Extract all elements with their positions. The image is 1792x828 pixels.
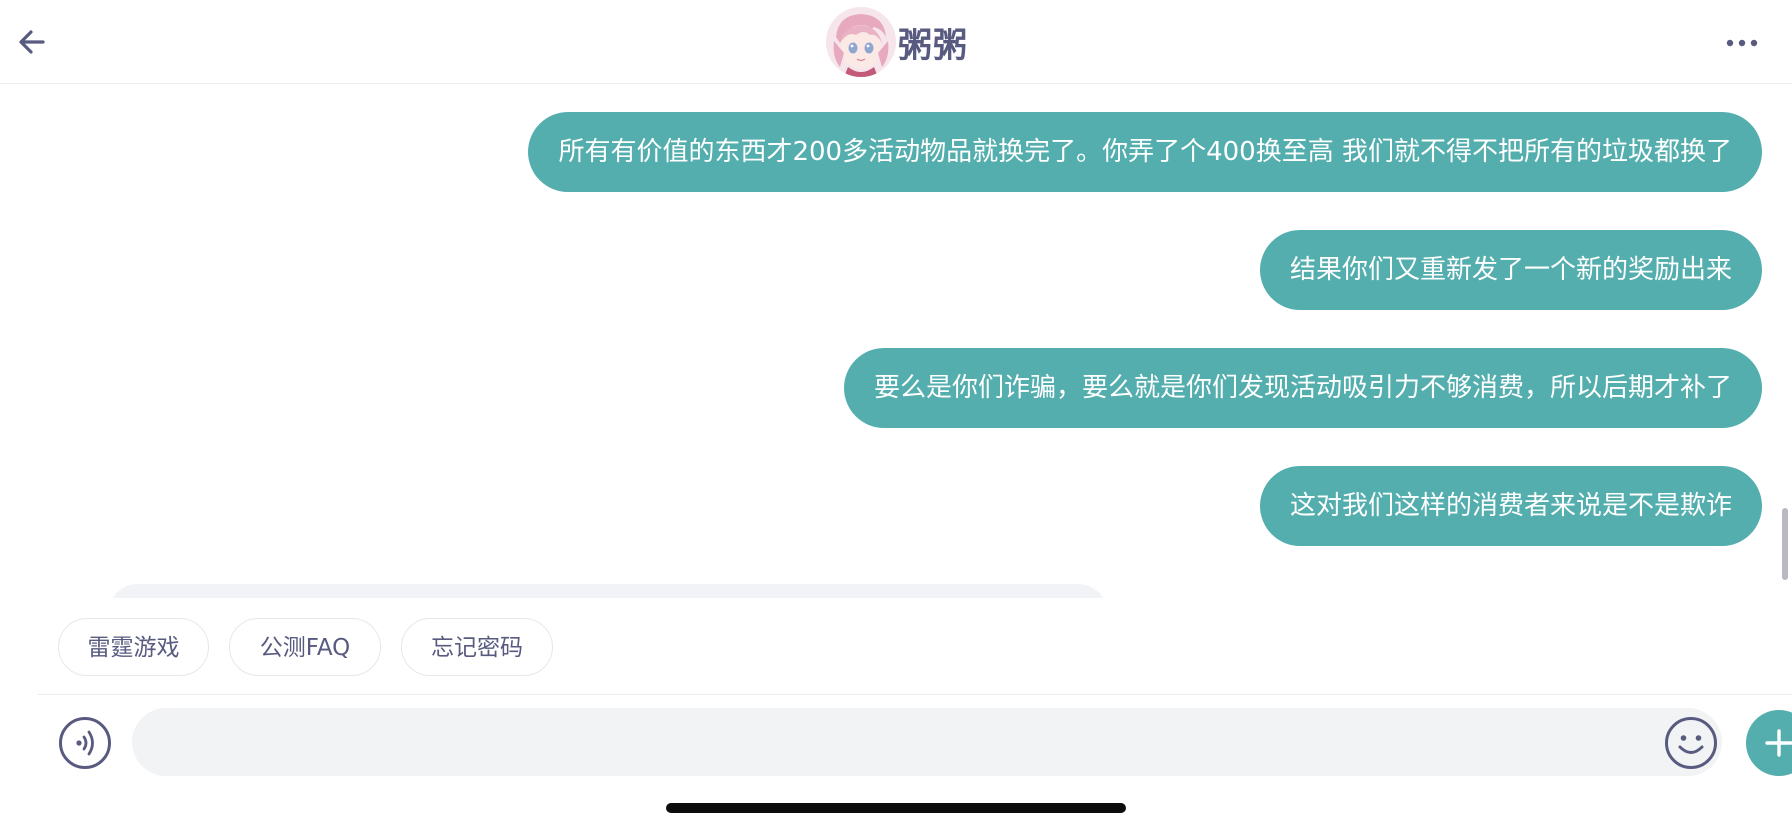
plus-icon (1765, 729, 1792, 757)
message-list[interactable]: 所有有价值的东西才200多活动物品就换完了。你弄了个400换至高 我们就不得不把… (0, 84, 1792, 598)
message-bubble-outgoing[interactable]: 要么是你们诈骗，要么就是你们发现活动吸引力不够消费，所以后期才补了 (843, 348, 1762, 428)
chat-title-group: 粥粥 (826, 6, 968, 78)
smiley-icon (1665, 717, 1717, 769)
scrollbar[interactable] (1782, 508, 1788, 580)
more-button[interactable] (1722, 28, 1762, 58)
message-bubble-outgoing[interactable]: 这对我们这样的消费者来说是不是欺诈 (1259, 466, 1762, 546)
message-bubble-outgoing[interactable]: 所有有价值的东西才200多活动物品就换完了。你弄了个400换至高 我们就不得不把… (528, 112, 1762, 192)
home-indicator (666, 803, 1126, 813)
divider (38, 694, 1792, 695)
arrow-left-icon (19, 30, 45, 54)
quick-reply-chip[interactable]: 雷霆游戏 (58, 618, 209, 676)
back-button[interactable] (14, 22, 50, 62)
message-input[interactable] (132, 708, 1722, 776)
avatar[interactable] (826, 7, 896, 77)
quick-reply-bar: 雷霆游戏 公测FAQ 忘记密码 (0, 598, 1792, 694)
voice-button[interactable] (58, 716, 112, 770)
emoji-button[interactable] (1664, 716, 1718, 770)
chat-header: 粥粥 (0, 0, 1792, 84)
quick-reply-chip[interactable]: 忘记密码 (401, 618, 553, 676)
voice-wave-icon (59, 717, 111, 769)
page-title: 粥粥 (898, 25, 968, 66)
message-bubble-outgoing[interactable]: 结果你们又重新发了一个新的奖励出来 (1259, 230, 1762, 310)
message-bubble-incoming[interactable] (108, 584, 1108, 598)
chat-screen: 粥粥 所有有价值的东西才200多活动物品就换完了。你弄了个400换至高 我们就不… (0, 0, 1792, 828)
plus-button[interactable] (1746, 710, 1792, 776)
more-horizontal-icon (1726, 39, 1758, 47)
quick-reply-chip[interactable]: 公测FAQ (229, 618, 381, 676)
